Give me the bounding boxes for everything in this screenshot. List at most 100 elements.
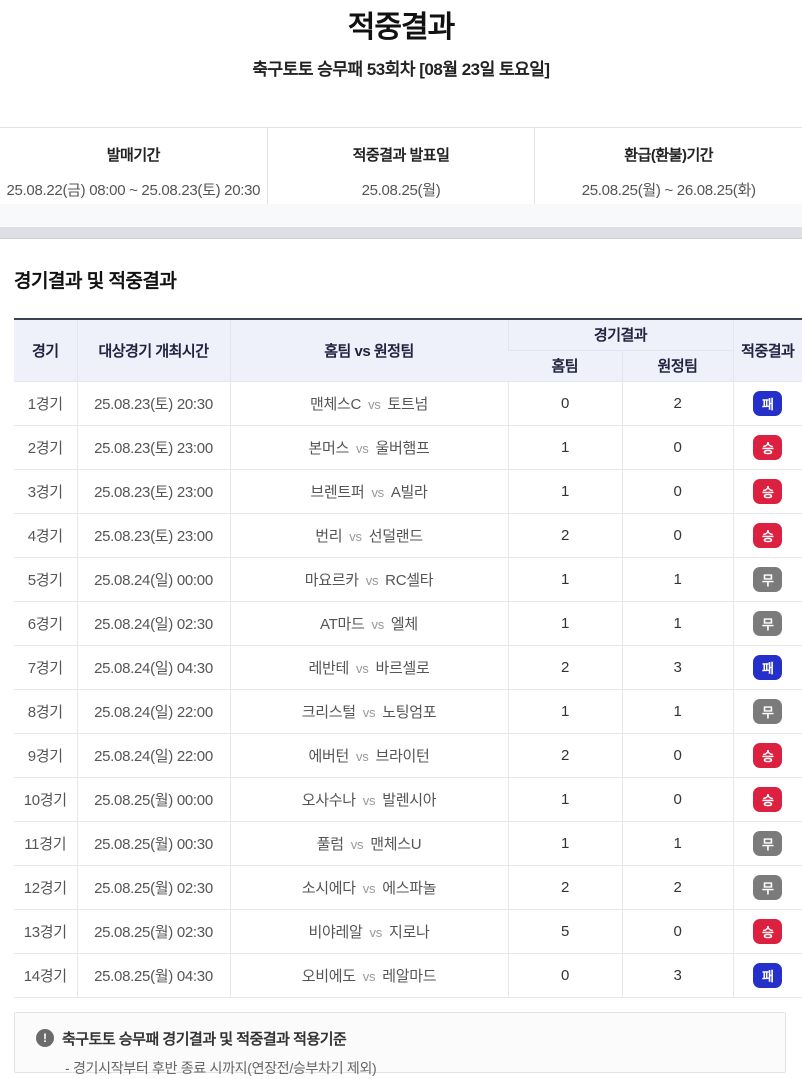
away-score-cell: 0	[621, 777, 734, 822]
home-team-name: 맨체스C	[310, 395, 362, 413]
away-team-name: RC셀타	[385, 571, 434, 589]
match-time-cell: 25.08.25(월) 02:30	[76, 865, 230, 910]
vs-label: vs	[371, 616, 385, 632]
home-score: 1	[560, 834, 570, 852]
result-badge: 무	[753, 830, 783, 856]
home-score: 1	[560, 702, 570, 720]
match-number-cell: 2경기	[14, 425, 77, 470]
match-time-cell: 25.08.25(월) 02:30	[76, 909, 230, 954]
home-team-name: 크리스털	[301, 703, 356, 721]
away-score: 2	[673, 878, 682, 896]
team-matchup: 레반테 vs 바르셀로	[309, 660, 430, 677]
result-badge: 무	[753, 874, 783, 900]
home-score-cell: 1	[507, 425, 622, 470]
away-score-cell: 1	[621, 689, 734, 734]
home-score-cell: 2	[507, 733, 622, 778]
match-time: 25.08.25(월) 00:30	[94, 835, 213, 853]
table-row: 5경기 25.08.24(일) 00:00 마요르카 vs RC셀타 1 1 무	[14, 557, 802, 602]
table-row: 11경기 25.08.25(월) 00:30 풀럼 vs 맨체스U 1 1 무	[14, 821, 802, 866]
team-matchup: 브렌트퍼 vs A빌라	[310, 484, 427, 501]
header-away-score: 원정팀	[621, 350, 734, 382]
away-team-name: 바르셀로	[375, 659, 430, 677]
teams-cell: 소시에다 vs 에스파놀	[229, 865, 508, 910]
header-teams: 홈팀 vs 원정팀	[229, 319, 508, 382]
home-team-name: 오사수나	[301, 791, 356, 809]
away-score: 3	[673, 658, 682, 676]
match-result-table: 경기 대상경기 개최시간 홈팀 vs 원정팀 경기결과 적중결과 홈팀 원정팀 …	[14, 318, 802, 998]
match-time-cell: 25.08.24(일) 00:00	[76, 557, 230, 602]
table-row: 7경기 25.08.24(일) 04:30 레반테 vs 바르셀로 2 3 패	[14, 645, 802, 690]
divider-strip-dark	[0, 227, 802, 239]
away-team-name: 브라이턴	[375, 747, 430, 765]
match-number-cell: 5경기	[14, 557, 77, 602]
announce-date-label: 적중결과 발표일	[352, 147, 450, 164]
table-row: 1경기 25.08.23(토) 20:30 맨체스C vs 토트넘 0 2 패	[14, 381, 802, 426]
away-score: 3	[673, 966, 682, 984]
teams-cell: 브렌트퍼 vs A빌라	[229, 469, 508, 514]
match-time: 25.08.24(일) 00:00	[94, 571, 213, 589]
home-score-cell: 1	[507, 601, 622, 646]
team-matchup: 에버턴 vs 브라이턴	[309, 748, 430, 765]
away-score: 0	[673, 482, 682, 500]
match-time: 25.08.24(일) 02:30	[94, 615, 213, 633]
vs-label: vs	[349, 528, 362, 544]
match-time: 25.08.23(토) 23:00	[94, 439, 213, 457]
home-score-cell: 2	[507, 513, 622, 558]
home-score: 1	[560, 570, 570, 588]
table-row: 14경기 25.08.25(월) 04:30 오비에도 vs 레알마드 0 3 패	[14, 953, 802, 998]
hit-result-cell: 패	[732, 645, 802, 690]
away-team-name: A빌라	[390, 483, 428, 501]
table-row: 10경기 25.08.25(월) 00:00 오사수나 vs 발렌시아 1 0 승	[14, 777, 802, 822]
hit-result-cell: 승	[732, 513, 802, 558]
home-score-cell: 0	[507, 953, 622, 998]
away-score-cell: 1	[621, 557, 734, 602]
match-time-cell: 25.08.23(토) 20:30	[76, 381, 230, 426]
team-matchup: 마요르카 vs RC셀타	[305, 572, 434, 589]
vs-label: vs	[356, 660, 369, 676]
match-time: 25.08.25(월) 02:30	[94, 879, 213, 897]
header-home-score: 홈팀	[508, 350, 622, 382]
match-number: 1경기	[27, 395, 63, 413]
home-team-name: 마요르카	[304, 571, 359, 589]
hit-result-cell: 승	[732, 733, 802, 778]
team-matchup: 맨체스C vs 토트넘	[310, 396, 428, 413]
table-row: 4경기 25.08.23(토) 23:00 번리 vs 선덜랜드 2 0 승	[14, 513, 802, 558]
match-number: 13경기	[23, 923, 67, 941]
match-number: 10경기	[23, 791, 67, 809]
hit-result-cell: 패	[732, 953, 802, 998]
info-cell-announce-date: 적중결과 발표일 25.08.25(월)	[266, 128, 535, 204]
table-row: 9경기 25.08.24(일) 22:00 에버턴 vs 브라이턴 2 0 승	[14, 733, 802, 778]
match-time: 25.08.24(일) 22:00	[94, 703, 213, 721]
hit-result-cell: 무	[732, 821, 802, 866]
teams-cell: 오비에도 vs 레알마드	[229, 953, 508, 998]
vs-label: vs	[369, 924, 383, 940]
home-score-cell: 5	[507, 909, 622, 954]
team-matchup: 풀럼 vs 맨체스U	[317, 836, 422, 853]
match-time: 25.08.23(토) 23:00	[94, 483, 213, 501]
away-score-cell: 3	[621, 953, 734, 998]
table-row: 12경기 25.08.25(월) 02:30 소시에다 vs 에스파놀 2 2 무	[14, 865, 802, 910]
sale-period-label: 발매기간	[106, 147, 161, 164]
match-number-cell: 4경기	[14, 513, 77, 558]
home-team-name: 본머스	[308, 439, 350, 457]
table-row: 3경기 25.08.23(토) 23:00 브렌트퍼 vs A빌라 1 0 승	[14, 469, 802, 514]
hit-result-page: 적중결과 축구토토 승무패 53회차 [08월 23일 토요일] 발매기간 25…	[0, 0, 802, 1079]
away-score-cell: 0	[621, 909, 734, 954]
home-score: 2	[560, 526, 570, 544]
team-matchup: 비야레알 vs 지로나	[309, 924, 430, 941]
criteria-title-row: ! 축구토토 승무패 경기결과 및 적중결과 적용기준	[36, 1028, 785, 1049]
match-time-cell: 25.08.23(토) 23:00	[76, 469, 230, 514]
match-number-cell: 12경기	[14, 865, 77, 910]
home-team-name: 소시에다	[301, 879, 356, 897]
vs-label: vs	[350, 836, 364, 852]
match-time: 25.08.24(일) 22:00	[94, 747, 213, 765]
round-subtitle: 축구토토 승무패 53회차 [08월 23일 토요일]	[252, 60, 550, 79]
away-score: 1	[673, 614, 682, 632]
away-score: 0	[673, 438, 682, 456]
vs-label: vs	[368, 396, 381, 412]
exclamation-icon: !	[36, 1029, 54, 1047]
home-team-name: 레반테	[308, 659, 350, 677]
away-team-name: 지로나	[388, 923, 430, 941]
hit-result-cell: 무	[732, 689, 802, 734]
team-matchup: 오사수나 vs 발렌시아	[301, 791, 437, 809]
